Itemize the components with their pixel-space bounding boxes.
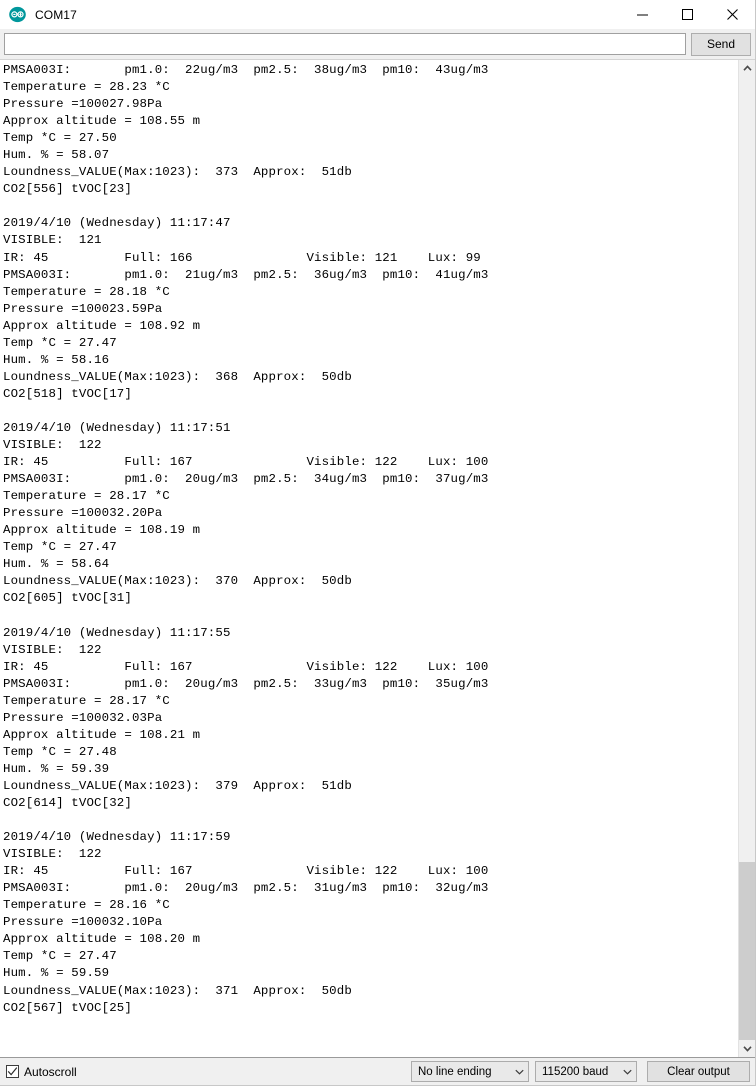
console-line: Pressure =100027.98Pa [3,97,163,112]
console-line: CO2[614] tVOC[32] [3,796,132,811]
console-line: IR: 45 Full: 166 Visible: 121 Lux: 99 [3,250,481,265]
line-ending-value: No line ending [418,1065,492,1078]
console-line: Hum. % = 58.07 [3,148,110,163]
console-line: Approx altitude = 108.20 m [3,932,201,947]
scroll-down-button[interactable] [739,1040,755,1057]
console-line: Loundness_VALUE(Max:1023): 368 Approx: 5… [3,369,352,384]
chevron-down-icon [510,1069,528,1075]
console-line: CO2[518] tVOC[17] [3,386,132,401]
chevron-down-icon [742,1046,752,1052]
console-line: Pressure =100032.10Pa [3,915,163,930]
console-line: Approx altitude = 108.55 m [3,114,201,129]
scroll-up-button[interactable] [739,60,755,77]
console-line: Loundness_VALUE(Max:1023): 371 Approx: 5… [3,983,352,998]
status-bar: Autoscroll No line ending 115200 baud Cl… [0,1057,755,1085]
console-line: Pressure =100032.20Pa [3,506,163,521]
console-line: PMSA003I: pm1.0: 20ug/m3 pm2.5: 34ug/m3 … [3,472,489,487]
console-line: CO2[567] tVOC[25] [3,1000,132,1015]
autoscroll-label: Autoscroll [24,1064,77,1079]
serial-monitor-window: COM17 Send PMSA003I: pm1.0: 22ug/m3 pm2.… [0,0,756,1086]
console-line: 2019/4/10 (Wednesday) 11:17:51 [3,420,231,435]
close-button[interactable] [710,0,755,29]
console-line: PMSA003I: pm1.0: 22ug/m3 pm2.5: 38ug/m3 … [3,63,489,77]
arduino-logo-icon [9,6,26,23]
console-line: Hum. % = 58.64 [3,557,110,572]
console-line: Temperature = 28.18 *C [3,284,170,299]
console-line: Temperature = 28.16 *C [3,898,170,913]
baud-rate-value: 115200 baud [542,1065,609,1078]
console-line: Loundness_VALUE(Max:1023): 370 Approx: 5… [3,574,352,589]
scroll-thumb[interactable] [739,861,755,1040]
console-line: Pressure =100023.59Pa [3,301,163,316]
close-icon [727,9,738,20]
console-line: Approx altitude = 108.92 m [3,318,201,333]
window-controls [620,0,755,29]
console-line: Temperature = 28.17 *C [3,693,170,708]
send-toolbar: Send [0,29,755,59]
console-line: Approx altitude = 108.19 m [3,523,201,538]
console-line: IR: 45 Full: 167 Visible: 122 Lux: 100 [3,455,489,470]
console-line: Temp *C = 27.47 [3,335,117,350]
console-line: Approx altitude = 108.21 m [3,727,201,742]
console-line: VISIBLE: 121 [3,233,102,248]
send-button[interactable]: Send [691,32,751,56]
console-area: PMSA003I: pm1.0: 22ug/m3 pm2.5: 38ug/m3 … [0,59,755,1057]
clear-output-button[interactable]: Clear output [647,1061,750,1082]
console-line: VISIBLE: 122 [3,642,102,657]
console-line: Pressure =100032.03Pa [3,710,163,725]
serial-output-log[interactable]: PMSA003I: pm1.0: 22ug/m3 pm2.5: 38ug/m3 … [0,60,738,1057]
title-bar: COM17 [0,0,755,29]
console-line: 2019/4/10 (Wednesday) 11:17:47 [3,216,231,231]
checkbox-box[interactable] [6,1065,19,1078]
minimize-button[interactable] [620,0,665,29]
console-line: PMSA003I: pm1.0: 20ug/m3 pm2.5: 31ug/m3 … [3,881,489,896]
baud-rate-select[interactable]: 115200 baud [535,1061,637,1082]
console-line: Temp *C = 27.48 [3,744,117,759]
console-line: 2019/4/10 (Wednesday) 11:17:59 [3,830,231,845]
maximize-icon [682,9,693,20]
maximize-button[interactable] [665,0,710,29]
console-line: PMSA003I: pm1.0: 21ug/m3 pm2.5: 36ug/m3 … [3,267,489,282]
console-line: IR: 45 Full: 167 Visible: 122 Lux: 100 [3,864,489,879]
chevron-down-icon [618,1069,636,1075]
console-line: Loundness_VALUE(Max:1023): 379 Approx: 5… [3,778,352,793]
line-ending-select[interactable]: No line ending [411,1061,529,1082]
chevron-up-icon [742,65,752,71]
console-line: Temperature = 28.23 *C [3,80,170,95]
console-line: Hum. % = 59.39 [3,761,110,776]
console-line: CO2[556] tVOC[23] [3,182,132,197]
console-line: PMSA003I: pm1.0: 20ug/m3 pm2.5: 33ug/m3 … [3,676,489,691]
console-line: 2019/4/10 (Wednesday) 11:17:55 [3,625,231,640]
console-line: Hum. % = 59.59 [3,966,110,981]
minimize-icon [637,14,648,16]
console-line: VISIBLE: 122 [3,847,102,862]
vertical-scrollbar[interactable] [738,60,755,1057]
console-line: Temp *C = 27.47 [3,949,117,964]
serial-send-input[interactable] [4,33,686,55]
console-line: Temp *C = 27.50 [3,131,117,146]
console-line: Temp *C = 27.47 [3,540,117,555]
console-line: CO2[605] tVOC[31] [3,591,132,606]
scroll-track[interactable] [739,77,755,1040]
console-line: Loundness_VALUE(Max:1023): 373 Approx: 5… [3,165,352,180]
console-line: Hum. % = 58.16 [3,352,110,367]
checkmark-icon [7,1067,18,1076]
autoscroll-checkbox[interactable]: Autoscroll [6,1065,77,1079]
window-title: COM17 [35,7,77,22]
console-line: IR: 45 Full: 167 Visible: 122 Lux: 100 [3,659,489,674]
console-line: VISIBLE: 122 [3,438,102,453]
console-line: Temperature = 28.17 *C [3,489,170,504]
